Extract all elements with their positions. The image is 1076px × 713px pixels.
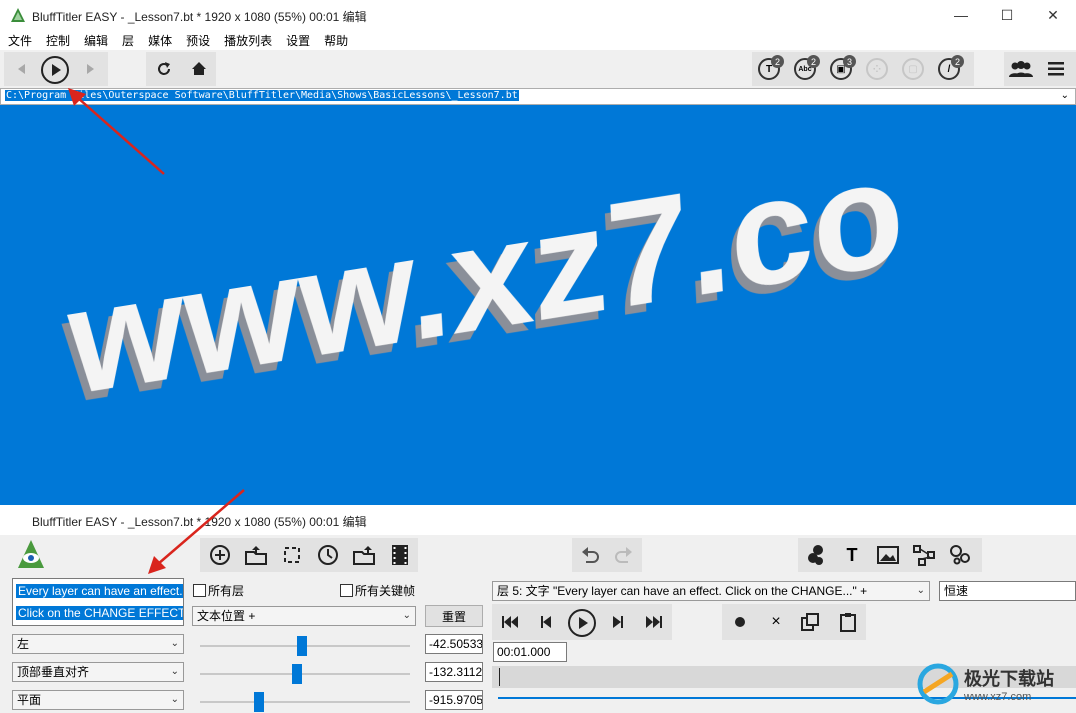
chevron-down-icon: ⌄ — [170, 666, 179, 677]
vector-icon[interactable] — [910, 541, 938, 569]
particles-icon[interactable] — [946, 541, 974, 569]
refresh-icon[interactable] — [150, 55, 178, 83]
valign-select[interactable]: 顶部垂直对齐 ⌄ — [12, 662, 184, 682]
paste-icon[interactable] — [836, 609, 860, 635]
title-bar: BluffTitler EASY - _Lesson7.bt * 1920 x … — [0, 0, 1076, 30]
undo-icon[interactable] — [576, 541, 604, 569]
play-icon — [568, 609, 596, 637]
eye-logo-icon — [16, 538, 48, 572]
menu-media[interactable]: 媒体 — [140, 32, 178, 49]
minimize-button[interactable]: — — [938, 0, 984, 30]
slider-y-track[interactable] — [200, 673, 410, 675]
abc-layer-count: 2 — [807, 55, 820, 68]
chevron-down-icon[interactable]: ⌄ — [1061, 90, 1069, 101]
text-icon[interactable]: T — [838, 541, 866, 569]
all-keyframes-label: 所有关键帧 — [355, 584, 416, 598]
property-select-value: 文本位置 + — [197, 609, 256, 623]
preview-3d-text: www.xz7.co — [63, 126, 907, 427]
picture-layer-icon[interactable]: ▣ 3 — [830, 55, 856, 82]
skip-to-end-icon[interactable] — [642, 609, 666, 635]
step-forward-icon[interactable] — [606, 609, 630, 635]
menu-settings[interactable]: 设置 — [278, 32, 316, 49]
all-layers-label: 所有层 — [208, 584, 245, 598]
watermark-brand: 极光下载站 — [964, 669, 1054, 689]
next-icon[interactable] — [76, 55, 104, 83]
picture-layer-count: 3 — [843, 55, 856, 68]
text-line-2: Click on the CHANGE EFFECT... bu — [16, 606, 183, 620]
value-x-input[interactable]: -42.505337 — [425, 634, 483, 654]
property-select[interactable]: 文本位置 + ⌄ — [192, 606, 416, 626]
home-icon[interactable] — [185, 55, 213, 83]
text-layer-icon[interactable]: T 2 — [758, 55, 784, 82]
text-line-1: Every layer can have an effect. — [16, 584, 183, 598]
value-y-input[interactable]: -132.31127 — [425, 662, 483, 682]
align-select[interactable]: 左 ⌄ — [12, 634, 184, 654]
film-icon[interactable] — [386, 541, 414, 569]
brush-icon[interactable]: / 2 — [938, 55, 964, 82]
layer-select[interactable]: 层 5: 文字 "Every layer can have an effect.… — [492, 581, 930, 601]
close-button[interactable]: ✕ — [1030, 0, 1076, 30]
align-select-value: 左 — [17, 637, 30, 651]
effects-icon[interactable] — [802, 541, 830, 569]
record-icon[interactable] — [728, 609, 752, 635]
chevron-down-icon: ⌄ — [170, 694, 179, 705]
crop-icon[interactable] — [278, 541, 306, 569]
layer-text-input[interactable]: Every layer can have an effect. Click on… — [12, 578, 184, 626]
redo-icon[interactable] — [610, 541, 638, 569]
clock-icon[interactable] — [314, 541, 342, 569]
speed-select[interactable]: 恒速 — [939, 581, 1076, 601]
chevron-down-icon: ⌄ — [916, 585, 925, 596]
users-icon[interactable] — [1006, 55, 1036, 83]
window-title: BluffTitler EASY - _Lesson7.bt * 1920 x … — [32, 10, 367, 24]
watermark: 极光下载站 www.xz7.com — [916, 658, 1072, 710]
app-logo-icon — [11, 8, 25, 22]
step-back-icon[interactable] — [534, 609, 558, 635]
copy-icon[interactable] — [798, 609, 822, 635]
watermark-logo-icon — [917, 663, 959, 705]
annotation-arrow — [68, 88, 165, 175]
all-layers-checkbox[interactable] — [193, 584, 206, 597]
menu-bar: 文件 控制 编辑 层 媒体 预设 播放列表 设置 帮助 — [0, 30, 1076, 50]
all-keyframes-checkbox[interactable] — [340, 584, 353, 597]
text-layer-count: 2 — [771, 55, 784, 68]
slider-y-thumb[interactable] — [292, 664, 302, 684]
delete-keyframe-icon[interactable]: × — [764, 609, 788, 635]
import-icon[interactable] — [350, 541, 378, 569]
timeline-cursor[interactable] — [499, 668, 500, 686]
menu-presets[interactable]: 预设 — [178, 32, 216, 49]
maximize-button[interactable]: ☐ — [984, 0, 1030, 30]
valign-select-value: 顶部垂直对齐 — [17, 665, 90, 679]
chevron-down-icon: ⌄ — [402, 610, 411, 621]
menu-layer[interactable]: 层 — [114, 32, 140, 49]
annotation-arrow — [148, 489, 245, 574]
skip-to-start-icon[interactable] — [498, 609, 522, 635]
menu-help[interactable]: 帮助 — [316, 32, 354, 49]
menu-file[interactable]: 文件 — [0, 32, 38, 49]
layer-select-value: 层 5: 文字 "Every layer can have an effect.… — [497, 584, 868, 598]
hamburger-menu-icon[interactable] — [1042, 55, 1070, 83]
menu-playlist[interactable]: 播放列表 — [216, 32, 278, 49]
previous-icon[interactable] — [8, 55, 36, 83]
abc-layer-icon[interactable]: Abc 2 — [794, 55, 820, 82]
brush-count: 2 — [951, 55, 964, 68]
image-icon[interactable] — [874, 541, 902, 569]
reset-button[interactable]: 重置 — [425, 605, 483, 627]
particles-icon[interactable]: ⁘ — [866, 58, 890, 82]
menu-control[interactable]: 控制 — [38, 32, 76, 49]
cube-icon[interactable]: ▢ — [902, 58, 926, 82]
time-input[interactable]: 00:01.000 — [493, 642, 567, 662]
menu-edit[interactable]: 编辑 — [76, 32, 114, 49]
slider-z-track[interactable] — [200, 701, 410, 703]
panel-play-button[interactable] — [566, 607, 598, 639]
plane-select[interactable]: 平面 ⌄ — [12, 690, 184, 710]
slider-z-thumb[interactable] — [254, 692, 264, 712]
slider-x-thumb[interactable] — [297, 636, 307, 656]
watermark-url: www.xz7.com — [964, 691, 1032, 703]
plane-select-value: 平面 — [17, 693, 42, 707]
value-z-input[interactable]: -915.97052 — [425, 690, 483, 710]
chevron-down-icon: ⌄ — [170, 638, 179, 649]
